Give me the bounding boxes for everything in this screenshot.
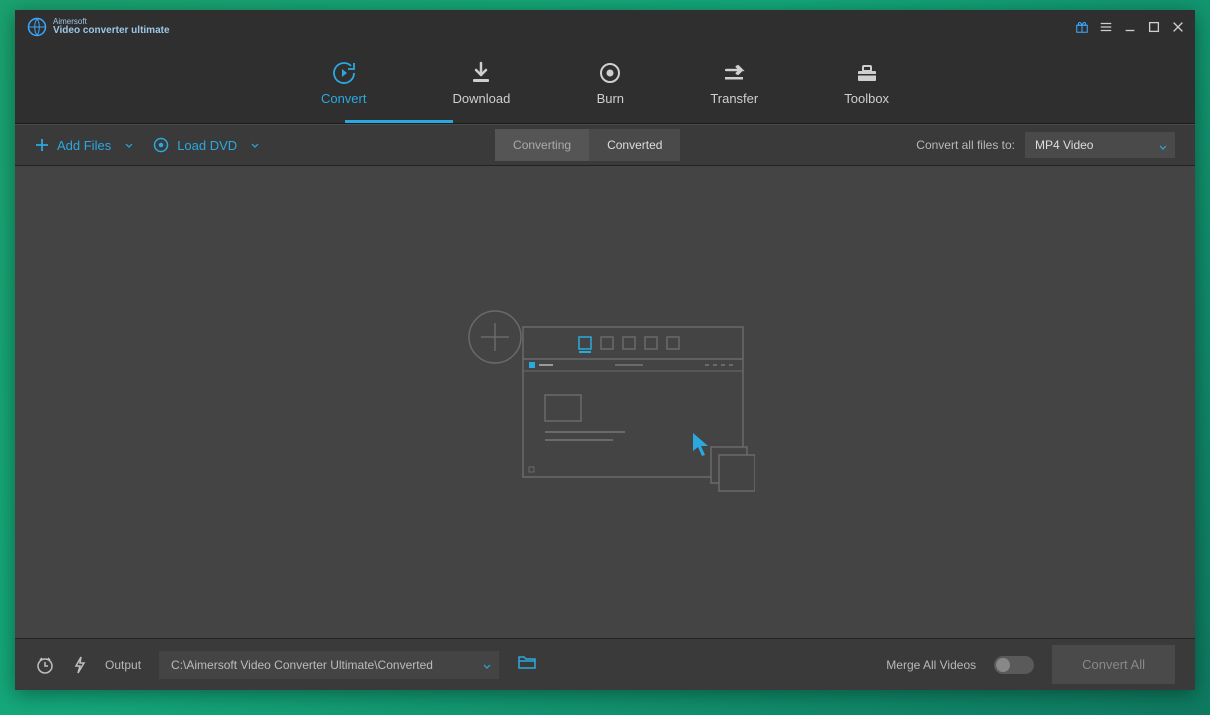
- format-selected: MP4 Video: [1035, 138, 1093, 152]
- brand-line2: Video converter ultimate: [53, 26, 170, 36]
- nav-tab-burn[interactable]: Burn: [588, 55, 632, 112]
- toggle-knob: [996, 658, 1010, 672]
- open-folder-button[interactable]: [517, 654, 537, 675]
- chevron-down-icon: [483, 660, 491, 674]
- nav-tab-transfer[interactable]: Transfer: [702, 55, 766, 112]
- nav-tab-convert[interactable]: Convert: [313, 55, 375, 112]
- add-files-button[interactable]: Add Files: [35, 138, 133, 153]
- title-bar: Aimersoft Video converter ultimate: [15, 10, 1195, 44]
- tab-converted[interactable]: Converted: [589, 129, 680, 161]
- nav-label: Convert: [321, 91, 367, 106]
- nav-label: Transfer: [710, 91, 758, 106]
- gpu-accel-icon[interactable]: [73, 655, 87, 675]
- output-format-select[interactable]: MP4 Video: [1025, 132, 1175, 158]
- merge-videos-label: Merge All Videos: [886, 658, 976, 672]
- nav-tab-toolbox[interactable]: Toolbox: [836, 55, 897, 112]
- output-path-select[interactable]: C:\Aimersoft Video Converter Ultimate\Co…: [159, 651, 499, 679]
- menu-icon[interactable]: [1095, 16, 1117, 38]
- nav-label: Burn: [597, 91, 624, 106]
- chevron-down-icon: [1159, 141, 1167, 155]
- load-dvd-label: Load DVD: [177, 138, 237, 153]
- close-button[interactable]: [1167, 16, 1189, 38]
- footer-bar: Output C:\Aimersoft Video Converter Ulti…: [15, 638, 1195, 690]
- convert-all-button[interactable]: Convert All: [1052, 645, 1175, 684]
- add-files-label: Add Files: [57, 138, 111, 153]
- merge-videos-toggle[interactable]: [994, 656, 1034, 674]
- empty-state-illustration: [455, 307, 755, 497]
- app-logo: Aimersoft Video converter ultimate: [27, 17, 170, 37]
- nav-tab-download[interactable]: Download: [444, 55, 518, 112]
- output-path-value: C:\Aimersoft Video Converter Ultimate\Co…: [171, 658, 433, 672]
- nav-label: Download: [452, 91, 510, 106]
- load-dvd-button[interactable]: Load DVD: [153, 137, 259, 153]
- download-icon: [467, 61, 495, 85]
- main-nav: Convert Download Burn Transfer Toolbox: [15, 44, 1195, 124]
- convert-all-to-label: Convert all files to:: [916, 138, 1015, 152]
- nav-label: Toolbox: [844, 91, 889, 106]
- status-tabs: Converting Converted: [495, 129, 680, 161]
- nav-active-indicator: [345, 120, 453, 123]
- toolbar: Add Files Load DVD Converting Converted …: [15, 124, 1195, 166]
- transfer-icon: [720, 61, 748, 85]
- toolbox-icon: [853, 61, 881, 85]
- convert-icon: [330, 61, 358, 85]
- burn-icon: [596, 61, 624, 85]
- globe-icon: [27, 17, 47, 37]
- chevron-down-icon: [251, 138, 259, 153]
- convert-all-to: Convert all files to: MP4 Video: [916, 132, 1175, 158]
- output-label: Output: [105, 658, 141, 672]
- tab-converting[interactable]: Converting: [495, 129, 589, 161]
- chevron-down-icon: [125, 138, 133, 153]
- maximize-button[interactable]: [1143, 16, 1165, 38]
- app-window: Aimersoft Video converter ultimate Conve…: [15, 10, 1195, 690]
- schedule-icon[interactable]: [35, 655, 55, 675]
- gift-icon[interactable]: [1071, 16, 1093, 38]
- minimize-button[interactable]: [1119, 16, 1141, 38]
- work-area[interactable]: [15, 166, 1195, 638]
